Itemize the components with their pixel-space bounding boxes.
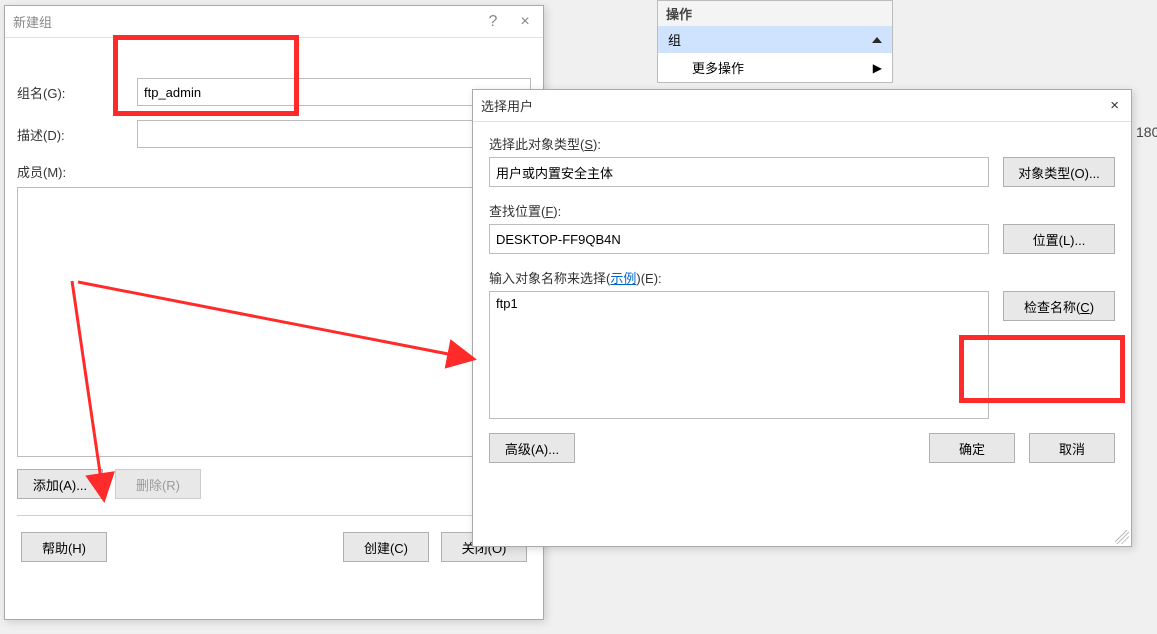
help-icon[interactable]: ? — [483, 14, 503, 30]
advanced-button[interactable]: 高级(A)... — [489, 433, 575, 463]
remove-button: 删除(R) — [115, 469, 201, 499]
submenu-arrow-icon: ▶ — [873, 61, 882, 75]
actions-more-item[interactable]: 更多操作 ▶ — [658, 53, 892, 82]
object-type-field — [489, 157, 989, 187]
location-label: 查找位置(F): — [489, 201, 1115, 220]
create-button[interactable]: 创建(C) — [343, 532, 429, 562]
titlebar-controls: × — [1106, 97, 1123, 114]
actions-header: 操作 — [658, 1, 892, 26]
help-button[interactable]: 帮助(H) — [21, 532, 107, 562]
cancel-button[interactable]: 取消 — [1029, 433, 1115, 463]
titlebar-controls: ? × — [483, 14, 535, 30]
ok-button[interactable]: 确定 — [929, 433, 1015, 463]
right-buttons: 确定 取消 — [929, 433, 1115, 463]
select-users-bottom: 高级(A)... 确定 取消 — [489, 433, 1115, 463]
select-users-dialog: 选择用户 × 选择此对象类型(S): 对象类型(O)... 查找位置(F): 位… — [472, 89, 1132, 547]
side-text: 180 — [1136, 124, 1157, 140]
members-list[interactable] — [17, 187, 531, 457]
bottom-buttons: 帮助(H) 创建(C) 关闭(O) — [17, 532, 531, 568]
add-button[interactable]: 添加(A)... — [17, 469, 103, 499]
separator — [17, 515, 531, 516]
location-field — [489, 224, 989, 254]
object-type-label: 选择此对象类型(S): — [489, 134, 1115, 153]
members-buttons: 添加(A)... 删除(R) — [17, 469, 531, 499]
description-label: 描述(D): — [17, 125, 137, 144]
object-names-section: 输入对象名称来选择(示例)(E): 检查名称(C) — [489, 268, 1115, 419]
example-link[interactable]: 示例 — [610, 271, 636, 286]
location-section: 查找位置(F): 位置(L)... — [489, 201, 1115, 254]
dialog-title: 新建组 — [13, 12, 52, 31]
members-label: 成员(M): — [17, 162, 531, 181]
close-icon[interactable]: × — [1106, 97, 1123, 114]
location-button[interactable]: 位置(L)... — [1003, 224, 1115, 254]
actions-more-label: 更多操作 — [692, 58, 744, 77]
select-users-body: 选择此对象类型(S): 对象类型(O)... 查找位置(F): 位置(L)...… — [473, 122, 1131, 477]
check-names-button[interactable]: 检查名称(C) — [1003, 291, 1115, 321]
new-group-dialog: 新建组 ? × 组名(G): 描述(D): 成员(M): 添加(A)... 删除… — [4, 5, 544, 620]
object-type-section: 选择此对象类型(S): 对象类型(O)... — [489, 134, 1115, 187]
new-group-body: 组名(G): 描述(D): 成员(M): 添加(A)... 删除(R) 帮助(H… — [5, 38, 543, 578]
titlebar: 选择用户 × — [473, 90, 1131, 122]
group-name-label: 组名(G): — [17, 83, 137, 102]
group-name-row: 组名(G): — [17, 78, 531, 106]
object-names-input[interactable] — [489, 291, 989, 419]
actions-group-label: 组 — [668, 30, 681, 49]
actions-panel: 操作 组 更多操作 ▶ — [657, 0, 893, 83]
titlebar: 新建组 ? × — [5, 6, 543, 38]
members-section: 成员(M): — [17, 162, 531, 457]
object-names-label: 输入对象名称来选择(示例)(E): — [489, 268, 1115, 287]
close-icon[interactable]: × — [515, 14, 535, 30]
actions-group-item[interactable]: 组 — [658, 26, 892, 53]
object-type-button[interactable]: 对象类型(O)... — [1003, 157, 1115, 187]
dialog-title: 选择用户 — [481, 96, 533, 115]
collapse-arrow-icon — [872, 37, 882, 43]
description-row: 描述(D): — [17, 120, 531, 148]
resize-grip-icon[interactable] — [1115, 530, 1129, 544]
